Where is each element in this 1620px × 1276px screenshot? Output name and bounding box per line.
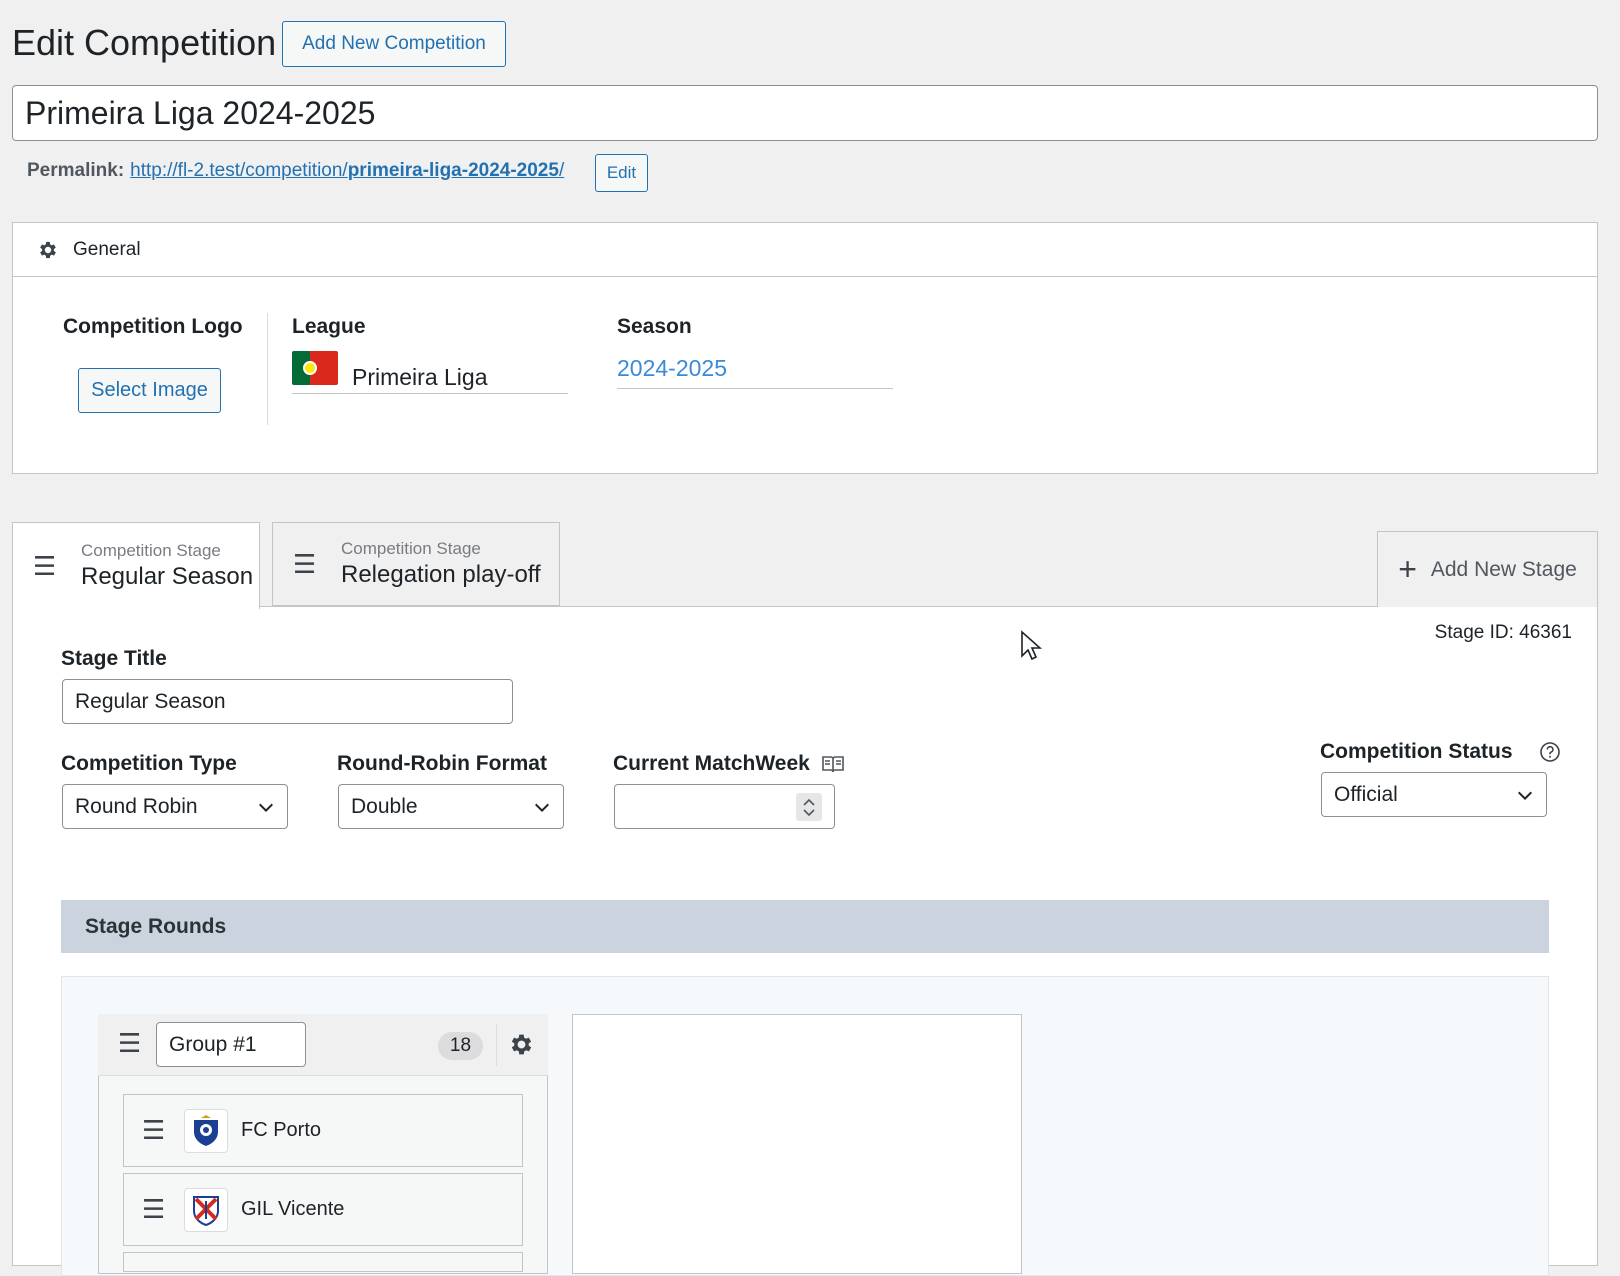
gear-icon[interactable] — [508, 1031, 535, 1058]
tab-label: Relegation play-off — [341, 561, 541, 588]
league-label: League — [292, 315, 366, 338]
league-value: Primeira Liga — [352, 364, 488, 390]
permalink-slug: primeira-liga-2024-2025 — [347, 160, 559, 181]
drag-handle-icon[interactable]: ☰ — [118, 1028, 141, 1059]
competition-status-text: Competition Status — [1320, 740, 1513, 763]
mouse-cursor-icon — [1021, 630, 1042, 661]
drag-handle-icon[interactable]: ☰ — [142, 1115, 166, 1146]
drag-handle-icon[interactable]: ☰ — [293, 549, 319, 580]
permalink-suffix: / — [558, 160, 565, 181]
divider — [496, 1024, 497, 1066]
stage-rounds-header: Stage Rounds — [61, 900, 1549, 953]
chevron-down-icon — [258, 803, 274, 812]
stage-title-label: Stage Title — [61, 647, 167, 670]
competition-status-value: Official — [1334, 782, 1398, 806]
round-robin-format-label: Round-Robin Format — [337, 752, 547, 775]
add-new-stage-button[interactable]: + Add New Stage — [1377, 531, 1598, 607]
number-spinner[interactable] — [796, 793, 822, 821]
competition-status-select[interactable]: Official — [1321, 772, 1547, 817]
permalink-label: Permalink: — [27, 160, 125, 181]
permalink: Permalink: http://fl-2.test/competition/… — [27, 160, 564, 182]
gear-icon — [40, 241, 56, 258]
team-count-badge: 18 — [438, 1032, 483, 1060]
portugal-flag-icon — [292, 351, 338, 385]
round-robin-format-value: Double — [351, 794, 418, 818]
team-row[interactable] — [123, 1252, 523, 1272]
permalink-edit-button[interactable]: Edit — [595, 154, 648, 192]
drag-handle-icon[interactable]: ☰ — [142, 1194, 166, 1225]
tab-regular-season[interactable]: ☰ Competition Stage Regular Season — [12, 522, 260, 609]
help-icon[interactable] — [1539, 741, 1561, 763]
tab-sublabel: Competition Stage — [341, 539, 481, 558]
gil-vicente-crest-icon — [184, 1187, 228, 1232]
current-matchweek-label: Current MatchWeek — [613, 752, 844, 776]
competition-status-label: Competition Status — [1320, 740, 1561, 764]
competition-type-select[interactable]: Round Robin — [62, 784, 288, 829]
chevron-up-icon — [803, 798, 815, 806]
general-panel: General — [12, 222, 1598, 474]
team-row[interactable]: ☰ FC Porto — [123, 1094, 523, 1167]
divider — [267, 313, 268, 425]
plus-icon: + — [1398, 551, 1417, 587]
round-robin-format-select[interactable]: Double — [338, 784, 564, 829]
tab-label: Regular Season — [81, 563, 254, 590]
select-image-button[interactable]: Select Image — [78, 368, 221, 413]
drag-handle-icon[interactable]: ☰ — [33, 551, 59, 582]
fc-porto-crest-icon — [184, 1108, 228, 1153]
chevron-down-icon — [534, 803, 550, 812]
page-title: Edit Competition — [12, 22, 277, 63]
empty-group-card — [572, 1014, 1022, 1274]
chevron-down-icon — [803, 808, 815, 816]
stage-id: Stage ID: 46361 — [1434, 622, 1572, 643]
chevron-down-icon — [1517, 791, 1533, 800]
current-matchweek-input[interactable] — [614, 784, 835, 829]
team-row[interactable]: ☰ GIL Vicente — [123, 1173, 523, 1246]
post-title-input[interactable] — [12, 85, 1598, 141]
general-heading: General — [73, 238, 141, 260]
tab-relegation-playoff[interactable]: ☰ Competition Stage Relegation play-off — [272, 522, 560, 606]
general-panel-header[interactable]: General — [13, 223, 1597, 277]
permalink-prefix: http://fl-2.test/competition/ — [130, 160, 348, 181]
group-name-input[interactable] — [156, 1022, 306, 1067]
competition-type-label: Competition Type — [61, 752, 237, 775]
stage-title-input[interactable] — [62, 679, 513, 724]
add-new-competition-button[interactable]: Add New Competition — [282, 21, 506, 67]
add-new-stage-label: Add New Stage — [1430, 557, 1577, 581]
season-value[interactable]: 2024-2025 — [617, 355, 893, 389]
team-name: FC Porto — [241, 1119, 322, 1141]
league-field[interactable]: Primeira Liga — [292, 350, 568, 394]
competition-type-value: Round Robin — [75, 794, 198, 818]
team-name: GIL Vicente — [241, 1198, 345, 1220]
competition-logo-label: Competition Logo — [63, 315, 243, 338]
book-icon[interactable] — [822, 755, 844, 773]
season-label: Season — [617, 315, 692, 338]
permalink-link[interactable]: http://fl-2.test/competition/primeira-li… — [130, 160, 564, 182]
current-matchweek-text: Current MatchWeek — [613, 752, 810, 775]
tab-sublabel: Competition Stage — [81, 541, 221, 560]
